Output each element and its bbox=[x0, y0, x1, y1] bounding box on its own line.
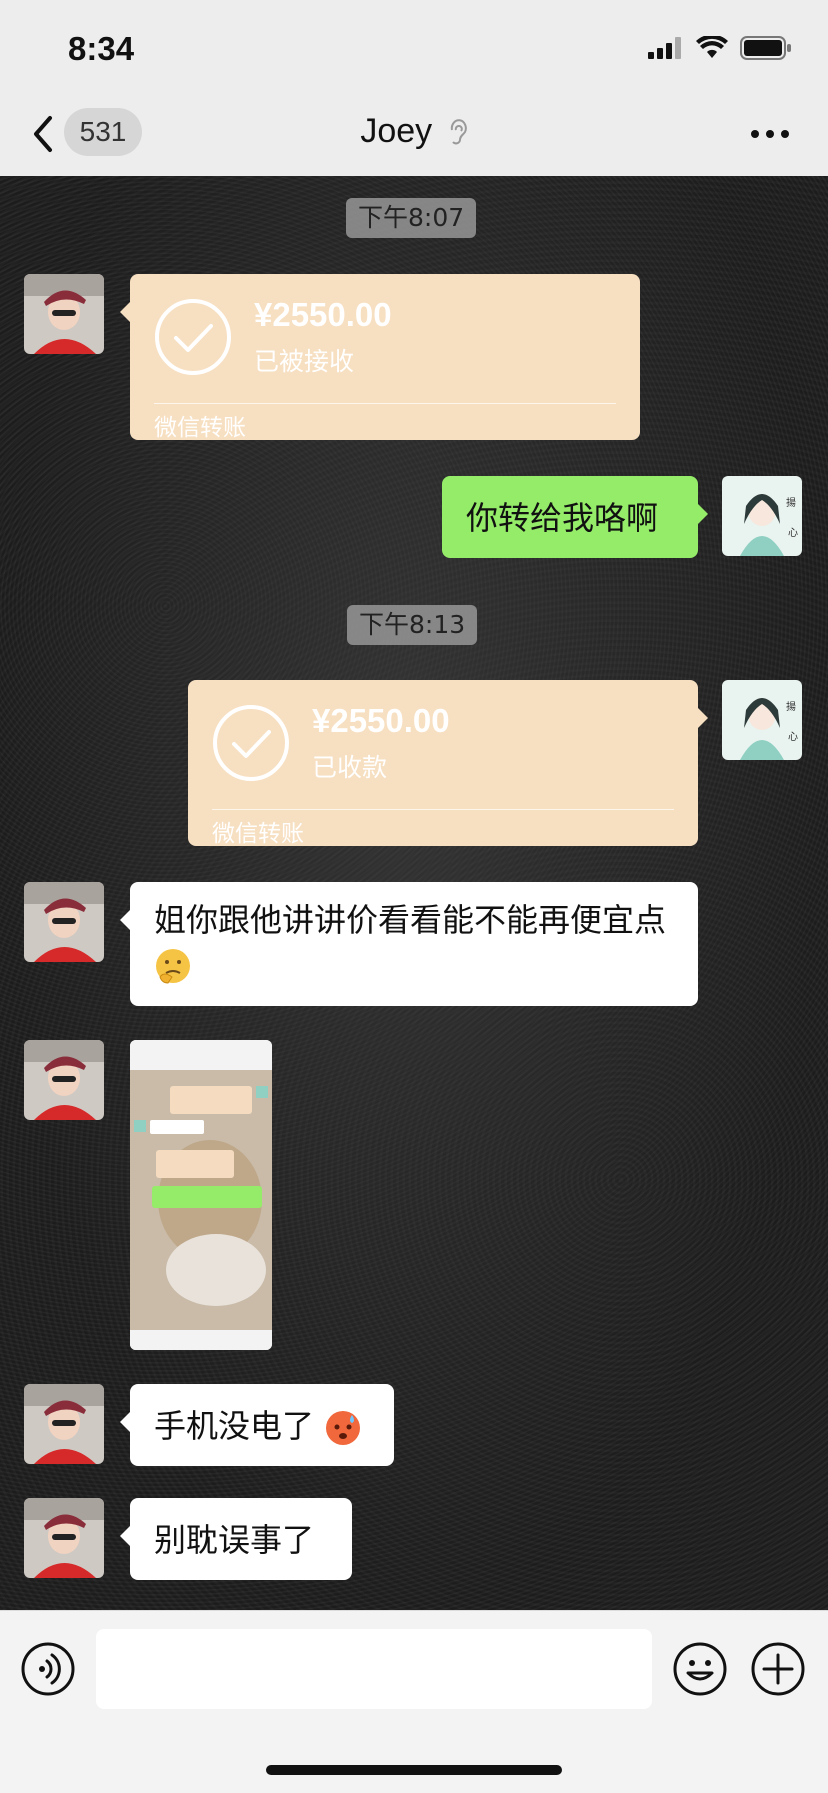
incoming-message-bubble[interactable]: 姐你跟他讲讲价看看能不能再便宜点 bbox=[120, 882, 698, 1006]
chat-title: Joey bbox=[0, 112, 828, 151]
incoming-message-bubble[interactable]: 手机没电了 bbox=[120, 1384, 394, 1466]
divider bbox=[212, 809, 674, 810]
message-timestamp: 下午8:13 bbox=[347, 605, 478, 645]
contact-avatar[interactable] bbox=[24, 1384, 104, 1464]
message-text: 姐你跟他讲讲价看看能不能再便宜点 bbox=[154, 901, 667, 939]
voice-icon[interactable] bbox=[20, 1641, 76, 1697]
plus-icon[interactable] bbox=[750, 1641, 806, 1697]
check-circle-icon bbox=[213, 705, 289, 781]
divider bbox=[154, 403, 616, 404]
message-timestamp: 下午8:07 bbox=[346, 198, 477, 238]
contact-avatar[interactable] bbox=[24, 1040, 104, 1120]
transfer-label: 微信转账 bbox=[154, 415, 246, 441]
incoming-message-bubble[interactable]: 别耽误事了 bbox=[120, 1498, 352, 1580]
thinking-face-icon bbox=[156, 949, 190, 984]
message-text: 别耽误事了 bbox=[154, 1521, 315, 1559]
ellipsis-icon[interactable] bbox=[750, 128, 790, 140]
screenshot-thumbnail bbox=[130, 1040, 272, 1350]
home-indicator bbox=[266, 1765, 562, 1775]
status-time: 8:34 bbox=[68, 30, 135, 67]
check-circle-icon bbox=[155, 299, 231, 375]
message-text: 手机没电了 bbox=[154, 1407, 315, 1445]
message-text: 你转给我咯啊 bbox=[466, 499, 659, 537]
svg-text:心: 心 bbox=[788, 527, 798, 539]
chat-header: 531 Joey bbox=[0, 100, 828, 177]
status-icons bbox=[648, 36, 792, 60]
transfer-card[interactable]: ¥2550.00 已收款 微信转账 bbox=[188, 680, 708, 847]
contact-avatar[interactable] bbox=[24, 1498, 104, 1578]
transfer-status: 已被接收 bbox=[254, 347, 355, 376]
my-avatar[interactable]: 揚 心 bbox=[722, 476, 802, 556]
svg-text:揚: 揚 bbox=[786, 700, 796, 713]
transfer-amount: ¥2550.00 bbox=[254, 296, 392, 333]
contact-name: Joey bbox=[360, 112, 433, 150]
status-bar: 8:34 bbox=[0, 0, 828, 100]
contact-avatar[interactable] bbox=[24, 882, 104, 962]
contact-avatar[interactable] bbox=[24, 274, 104, 354]
emoji-icon[interactable] bbox=[672, 1641, 728, 1697]
my-avatar[interactable]: 揚 心 bbox=[722, 680, 802, 760]
transfer-label: 微信转账 bbox=[212, 821, 304, 847]
image-message[interactable] bbox=[130, 1040, 272, 1350]
chat-input-bar bbox=[0, 1610, 828, 1793]
svg-text:心: 心 bbox=[788, 731, 798, 743]
transfer-card[interactable]: ¥2550.00 已被接收 微信转账 bbox=[120, 274, 640, 441]
wifi-icon bbox=[696, 36, 728, 58]
transfer-status: 已收款 bbox=[312, 753, 388, 782]
chat-messages[interactable]: 下午8:07 ¥2550.00 已被接收 微信转账 你转给我咯啊 揚 心 下午8… bbox=[0, 176, 828, 1610]
svg-text:揚: 揚 bbox=[786, 496, 796, 509]
signal-icon bbox=[648, 37, 681, 59]
worried-face-icon bbox=[326, 1411, 361, 1445]
transfer-amount: ¥2550.00 bbox=[312, 702, 450, 739]
battery-icon bbox=[740, 36, 791, 60]
message-input[interactable] bbox=[96, 1629, 652, 1709]
outgoing-message-bubble[interactable]: 你转给我咯啊 bbox=[442, 476, 708, 558]
ear-icon bbox=[450, 119, 467, 145]
